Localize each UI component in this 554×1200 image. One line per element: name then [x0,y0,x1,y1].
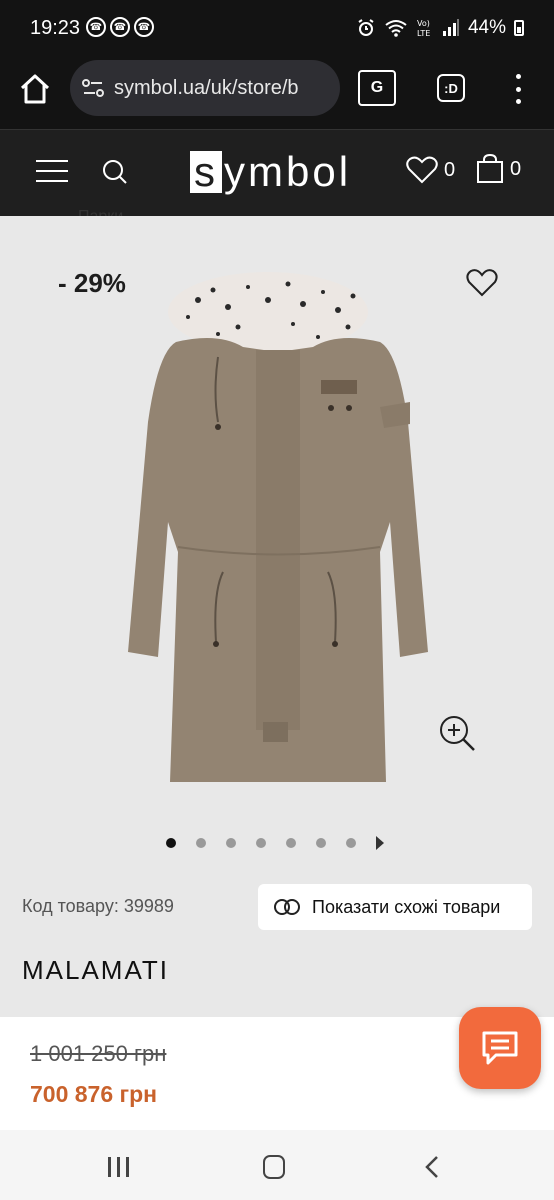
viber-icon: ☎ [134,17,154,37]
similar-icon [274,899,300,915]
system-nav-bar [0,1130,554,1200]
search-icon[interactable] [102,159,128,185]
dex-icon[interactable]: :D [437,74,465,102]
logo-text: ymbol [224,148,352,195]
zoom-icon[interactable] [438,714,476,752]
product-image[interactable] [118,272,436,788]
gallery-dot[interactable] [196,838,206,848]
status-time: 19:23 [30,17,81,39]
heart-icon [406,156,438,184]
address-bar[interactable]: symbol.ua/uk/store/b [70,60,340,116]
header-wishlist[interactable]: 0 [406,156,455,184]
settings-icon[interactable] [80,75,106,101]
translate-icon[interactable]: G [358,70,396,106]
home-button-icon[interactable] [263,1155,285,1179]
similar-button-label: Показати схожі товари [312,896,501,917]
chat-icon [482,1031,518,1065]
similar-products-button[interactable]: Показати схожі товари [258,884,532,930]
site-logo[interactable]: s ymbol [190,148,352,195]
wishlist-count: 0 [444,158,456,181]
gallery-dot[interactable] [166,838,176,848]
heart-icon[interactable] [466,268,498,298]
back-icon[interactable] [423,1155,441,1179]
breadcrumb-label: Парки [78,208,123,216]
product-gallery[interactable]: - 29% [0,216,554,866]
chat-button[interactable] [459,1007,541,1089]
viber-icon: ☎ [110,17,130,37]
battery-icon [514,20,524,36]
old-price: 1 001 250 грн [30,1041,167,1066]
menu-dots-icon[interactable] [510,74,526,104]
viber-icon: ☎ [86,17,106,37]
browser-toolbar: symbol.ua/uk/store/b G :D [0,58,554,130]
url-text: symbol.ua/uk/store/b [114,76,299,99]
new-price: 700 876 грн [30,1081,158,1107]
discount-badge: - 29% [58,268,126,298]
svg-text:LTE: LTE [417,29,430,38]
gallery-pagination [166,836,384,850]
svg-text:Vo): Vo) [417,19,430,28]
home-icon[interactable] [18,72,52,106]
signal-icon [442,19,459,36]
gallery-dot[interactable] [316,838,326,848]
hamburger-icon[interactable] [36,160,68,182]
status-indicators: Vo) LTE 44% [356,17,524,39]
next-arrow-icon[interactable] [376,836,384,850]
notification-icons: ☎ ☎ ☎ [86,17,154,37]
battery-percentage: 44% [467,17,506,38]
header-cart[interactable]: 0 [476,154,521,184]
product-sku: Код товару: 39989 [22,896,174,916]
recent-apps-icon[interactable] [108,1157,129,1177]
breadcrumb[interactable]: Парки [22,200,123,216]
gallery-dot[interactable] [346,838,356,848]
alarm-icon [358,19,374,36]
volte-icon: Vo)LTE [417,19,430,38]
product-brand[interactable]: MALAMATI [22,955,169,986]
logo-initial: s [190,151,222,193]
wifi-icon [385,20,407,37]
gallery-dot[interactable] [286,838,296,848]
gallery-dot[interactable] [256,838,266,848]
cart-count: 0 [510,157,522,180]
gallery-dot[interactable] [226,838,236,848]
bag-icon [477,154,503,183]
status-bar: 19:23 ☎ ☎ ☎ Vo) LTE 44% [0,0,554,58]
